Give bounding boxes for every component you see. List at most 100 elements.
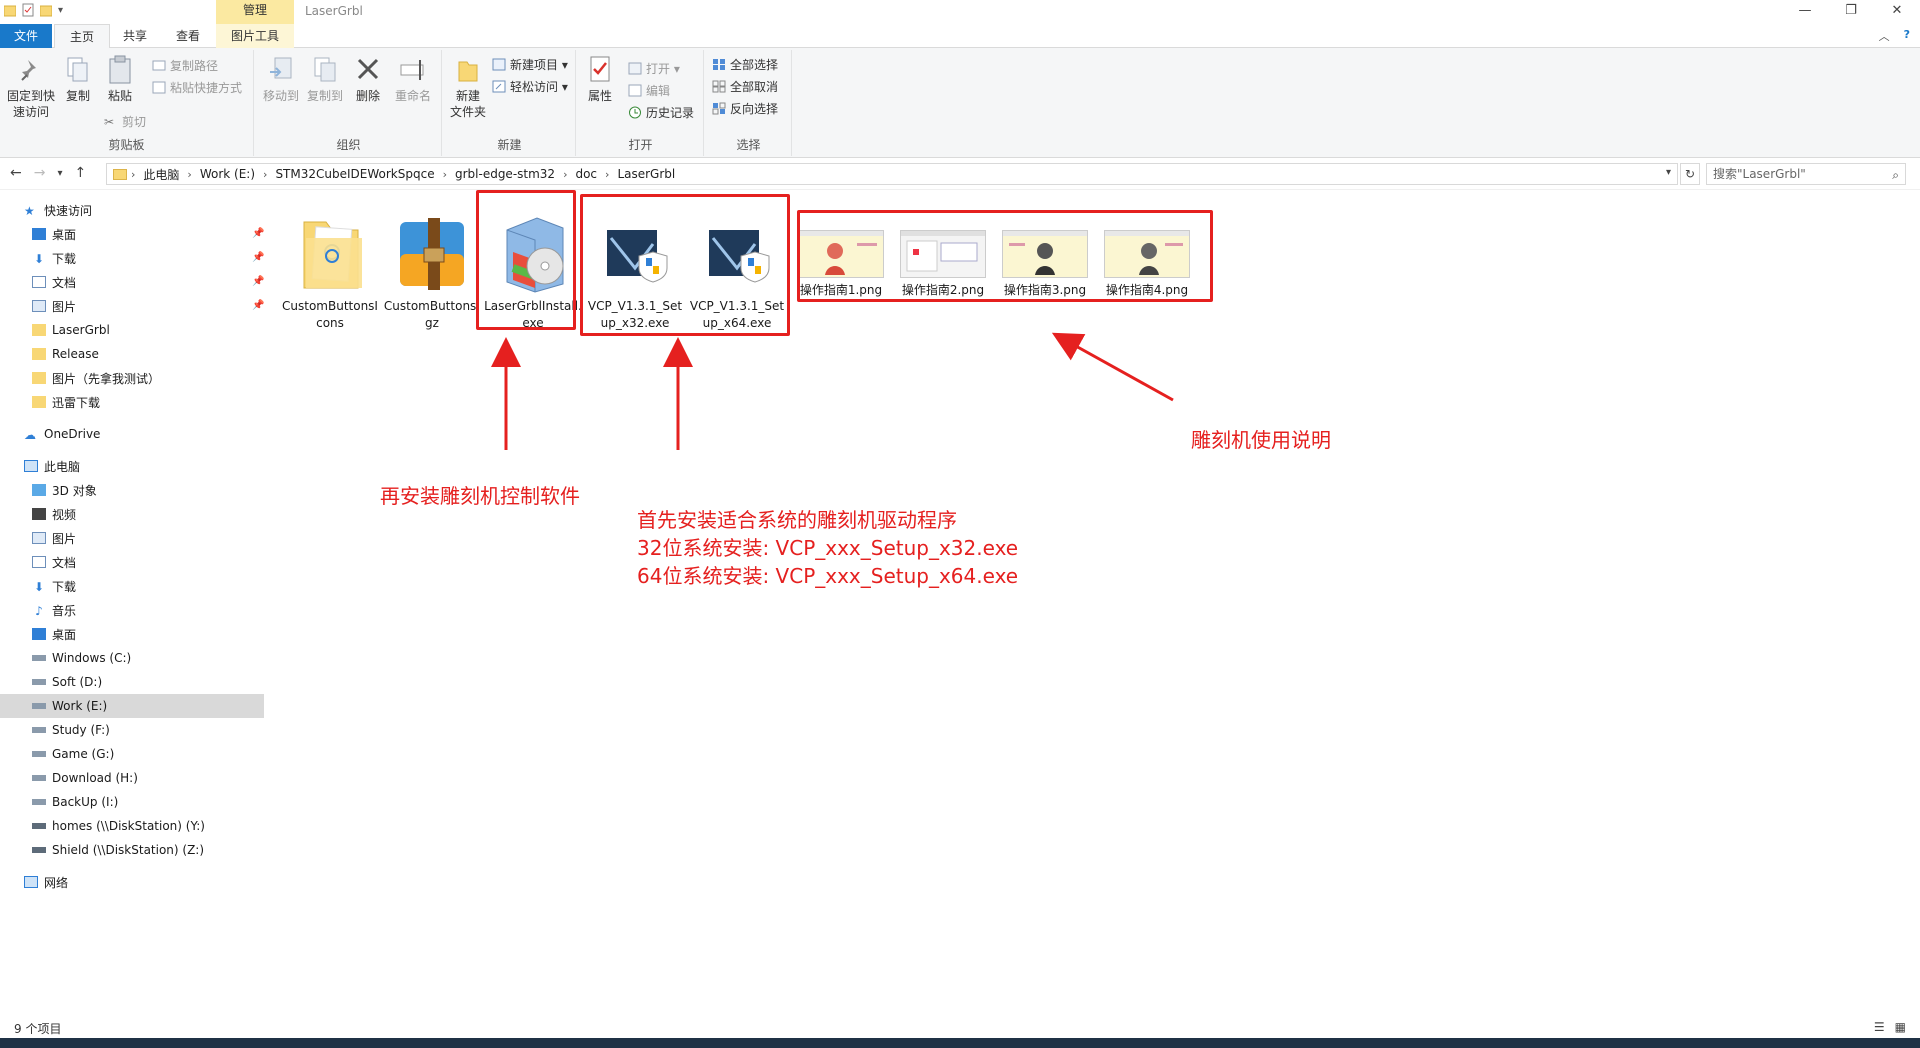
- large-icons-view-icon[interactable]: ▦: [1895, 1020, 1906, 1034]
- copy-path-button[interactable]: 复制路径: [152, 57, 218, 74]
- nav-drive-item-selected[interactable]: Work (E:): [0, 694, 264, 718]
- breadcrumb-work-drive[interactable]: Work (E:): [192, 167, 263, 181]
- nav-quick-item[interactable]: ⬇ 下载: [32, 246, 76, 270]
- select-none-label: 全部取消: [730, 80, 779, 94]
- tab-view[interactable]: 查看: [166, 24, 210, 48]
- rename-icon: [398, 54, 428, 86]
- drive-icon: [32, 703, 46, 709]
- breadcrumb-this-pc[interactable]: 此电脑: [135, 166, 187, 183]
- nav-pc-item[interactable]: 3D 对象: [32, 478, 97, 502]
- up-arrow-icon[interactable]: ↑: [75, 165, 87, 181]
- paste-icon: [105, 54, 135, 86]
- nav-drive-item[interactable]: BackUp (I:): [32, 790, 118, 814]
- search-input[interactable]: 搜索"LaserGrbl" ⌕: [1706, 163, 1906, 185]
- window-title: LaserGrbl: [305, 4, 363, 18]
- folder-icon: [4, 3, 16, 17]
- nav-pc-item[interactable]: 视频: [32, 502, 76, 526]
- delete-button[interactable]: 删除: [350, 54, 386, 104]
- nav-quick-item[interactable]: LaserGrbl: [32, 318, 110, 342]
- pin-quick-access-button[interactable]: 固定到快 速访问: [6, 54, 56, 120]
- breadcrumb-doc[interactable]: doc: [567, 167, 605, 181]
- breadcrumb-workspace[interactable]: STM32CubeIDEWorkSpqce: [267, 167, 442, 181]
- nav-pc-item[interactable]: 桌面: [32, 622, 76, 646]
- back-arrow-icon[interactable]: ←: [10, 165, 22, 181]
- nav-network-drive-item[interactable]: homes (\\DiskStation) (Y:): [32, 814, 205, 838]
- tab-share[interactable]: 共享: [112, 24, 158, 48]
- nav-quick-item[interactable]: 图片（先拿我测试）: [32, 366, 160, 390]
- history-button[interactable]: 历史记录: [628, 104, 694, 121]
- nav-pc-item[interactable]: 文档: [32, 550, 76, 574]
- nav-label: Game (G:): [52, 747, 115, 761]
- open-group: 属性 打开 ▾ 编辑 历史记录 打开: [578, 50, 704, 156]
- invert-selection-button[interactable]: 反向选择: [712, 100, 778, 117]
- paste-button[interactable]: 粘贴: [100, 54, 140, 104]
- select-all-button[interactable]: 全部选择: [712, 56, 778, 73]
- nav-label: 文档: [52, 555, 77, 570]
- cut-button[interactable]: ✂ 剪切: [104, 113, 146, 130]
- open-button[interactable]: 打开 ▾: [628, 60, 680, 77]
- annotation-install-software: 再安装雕刻机控制软件: [380, 484, 580, 508]
- nav-network[interactable]: 网络: [24, 870, 68, 894]
- properties-button[interactable]: 属性: [582, 54, 618, 104]
- title-bar: ▾ 管理 LaserGrbl — ❐ ✕: [0, 0, 1920, 24]
- nav-drive-item[interactable]: Windows (C:): [32, 646, 131, 670]
- pin-icon[interactable]: 📌: [252, 228, 264, 239]
- pin-icon[interactable]: 📌: [252, 276, 264, 287]
- qat-dropdown-icon[interactable]: ▾: [58, 5, 63, 16]
- context-tab-manage[interactable]: 管理: [216, 0, 294, 24]
- windows-drive-icon: [32, 655, 46, 661]
- maximize-button[interactable]: ❐: [1828, 0, 1874, 24]
- collapse-ribbon-icon[interactable]: ︿: [1879, 28, 1890, 44]
- properties-icon[interactable]: [22, 3, 34, 17]
- document-icon: [32, 556, 46, 568]
- nav-quick-item[interactable]: 迅雷下载: [32, 390, 100, 414]
- address-bar[interactable]: › 此电脑 › Work (E:) › STM32CubeIDEWorkSpqc…: [106, 163, 1678, 185]
- nav-drive-item[interactable]: Download (H:): [32, 766, 138, 790]
- copy-button[interactable]: 复制: [60, 54, 96, 104]
- nav-pc-item[interactable]: ♪ 音乐: [32, 598, 76, 622]
- recent-dropdown-icon[interactable]: ▾: [57, 168, 62, 181]
- new-group: 新建 文件夹 新建项目 ▾ 轻松访问 ▾ 新建: [444, 50, 576, 156]
- forward-arrow-icon[interactable]: →: [34, 165, 46, 181]
- network-icon: [24, 876, 38, 888]
- nav-quick-item[interactable]: 桌面: [32, 222, 76, 246]
- refresh-icon: ↻: [1684, 167, 1696, 181]
- nav-drive-item[interactable]: Soft (D:): [32, 670, 102, 694]
- paste-shortcut-button[interactable]: 粘贴快捷方式: [152, 79, 242, 96]
- network-drive-icon: [32, 823, 46, 829]
- easy-access-button[interactable]: 轻松访问 ▾: [492, 78, 568, 95]
- nav-onedrive[interactable]: ☁ OneDrive: [24, 422, 100, 446]
- nav-drive-item[interactable]: Game (G:): [32, 742, 114, 766]
- copy-path-label: 复制路径: [170, 59, 219, 73]
- new-folder-icon[interactable]: [40, 3, 52, 17]
- nav-pc-item[interactable]: 图片: [32, 526, 76, 550]
- minimize-button[interactable]: —: [1782, 0, 1828, 24]
- pin-icon[interactable]: 📌: [252, 300, 264, 311]
- details-view-icon[interactable]: ☰: [1874, 1020, 1885, 1034]
- rename-button[interactable]: 重命名: [390, 54, 436, 104]
- refresh-button[interactable]: ↻: [1680, 163, 1700, 185]
- nav-quick-item[interactable]: Release: [32, 342, 99, 366]
- tab-home[interactable]: 主页: [54, 24, 110, 48]
- select-none-button[interactable]: 全部取消: [712, 78, 778, 95]
- nav-network-drive-item[interactable]: Shield (\\DiskStation) (Z:): [32, 838, 204, 862]
- nav-quick-item[interactable]: 文档: [32, 270, 76, 294]
- nav-quick-item[interactable]: 图片: [32, 294, 76, 318]
- edit-button[interactable]: 编辑: [628, 82, 670, 99]
- nav-drive-item[interactable]: Study (F:): [32, 718, 110, 742]
- breadcrumb-grbl[interactable]: grbl-edge-stm32: [447, 167, 563, 181]
- nav-quick-access[interactable]: ★ 快速访问: [24, 198, 92, 222]
- new-folder-button[interactable]: 新建 文件夹: [448, 54, 488, 120]
- move-to-button[interactable]: 移动到: [260, 54, 302, 104]
- help-icon[interactable]: ?: [1904, 28, 1910, 44]
- pin-icon[interactable]: 📌: [252, 252, 264, 263]
- copy-to-button[interactable]: 复制到: [304, 54, 346, 104]
- breadcrumb-lasergrbl[interactable]: LaserGrbl: [609, 167, 683, 181]
- tab-file[interactable]: 文件: [0, 24, 52, 48]
- new-item-button[interactable]: 新建项目 ▾: [492, 56, 568, 73]
- nav-this-pc[interactable]: 此电脑: [24, 454, 80, 478]
- tab-picture-tools[interactable]: 图片工具: [216, 24, 294, 48]
- nav-pc-item[interactable]: ⬇ 下载: [32, 574, 76, 598]
- address-dropdown-icon[interactable]: ▾: [1666, 167, 1671, 178]
- close-button[interactable]: ✕: [1874, 0, 1920, 24]
